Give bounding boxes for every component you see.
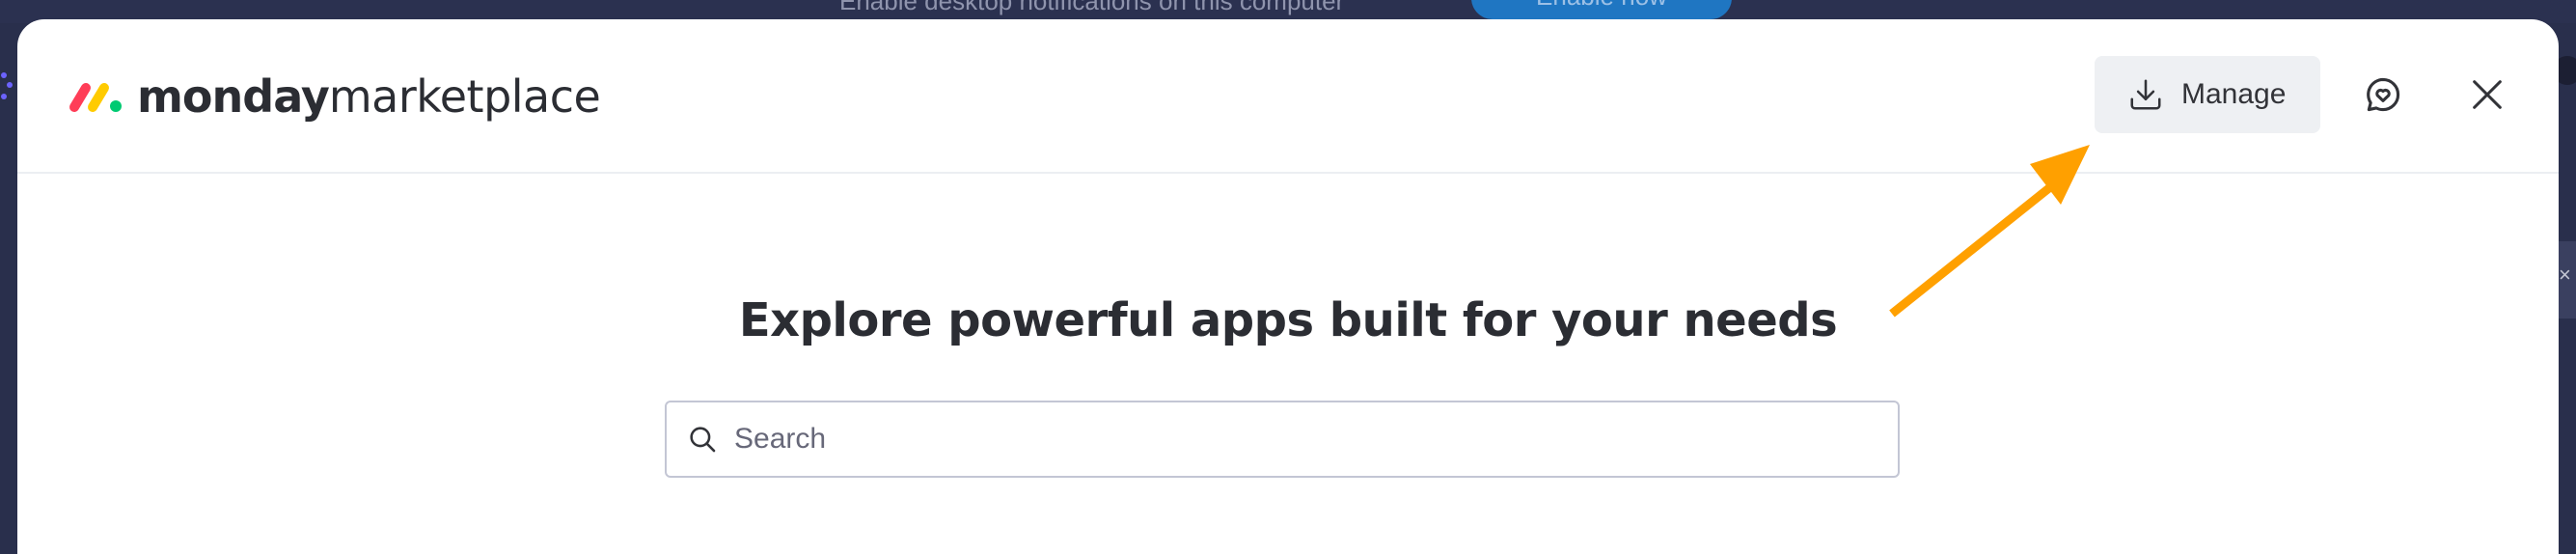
annotation-arrow: [1889, 145, 2090, 318]
background-dots-icon: [1, 72, 13, 99]
notification-text: Enable desktop notifications on this com…: [839, 0, 1345, 15]
search-box[interactable]: [665, 401, 1900, 478]
monday-logo-icon: [69, 83, 122, 112]
page-title: Explore powerful apps built for your nee…: [738, 293, 1838, 347]
monday-marketplace-logo: monday marketplace: [68, 69, 601, 124]
close-icon[interactable]: [2468, 75, 2507, 114]
marketplace-modal: monday marketplace Manage Explore powerf…: [17, 19, 2559, 554]
manage-button-label: Manage: [2181, 78, 2287, 110]
search-input[interactable]: [732, 422, 1875, 457]
search-icon: [690, 427, 716, 453]
chat-heart-icon[interactable]: [2362, 73, 2404, 116]
download-icon: [2130, 79, 2161, 110]
logo-brand-text: monday: [137, 70, 330, 123]
background-close-icon: ×: [2559, 263, 2571, 287]
modal-header: monday marketplace Manage: [17, 19, 2559, 174]
logo-product-text: marketplace: [328, 70, 601, 123]
enable-notifications-button[interactable]: Enable now: [1471, 0, 1732, 19]
manage-button[interactable]: Manage: [2095, 56, 2320, 133]
